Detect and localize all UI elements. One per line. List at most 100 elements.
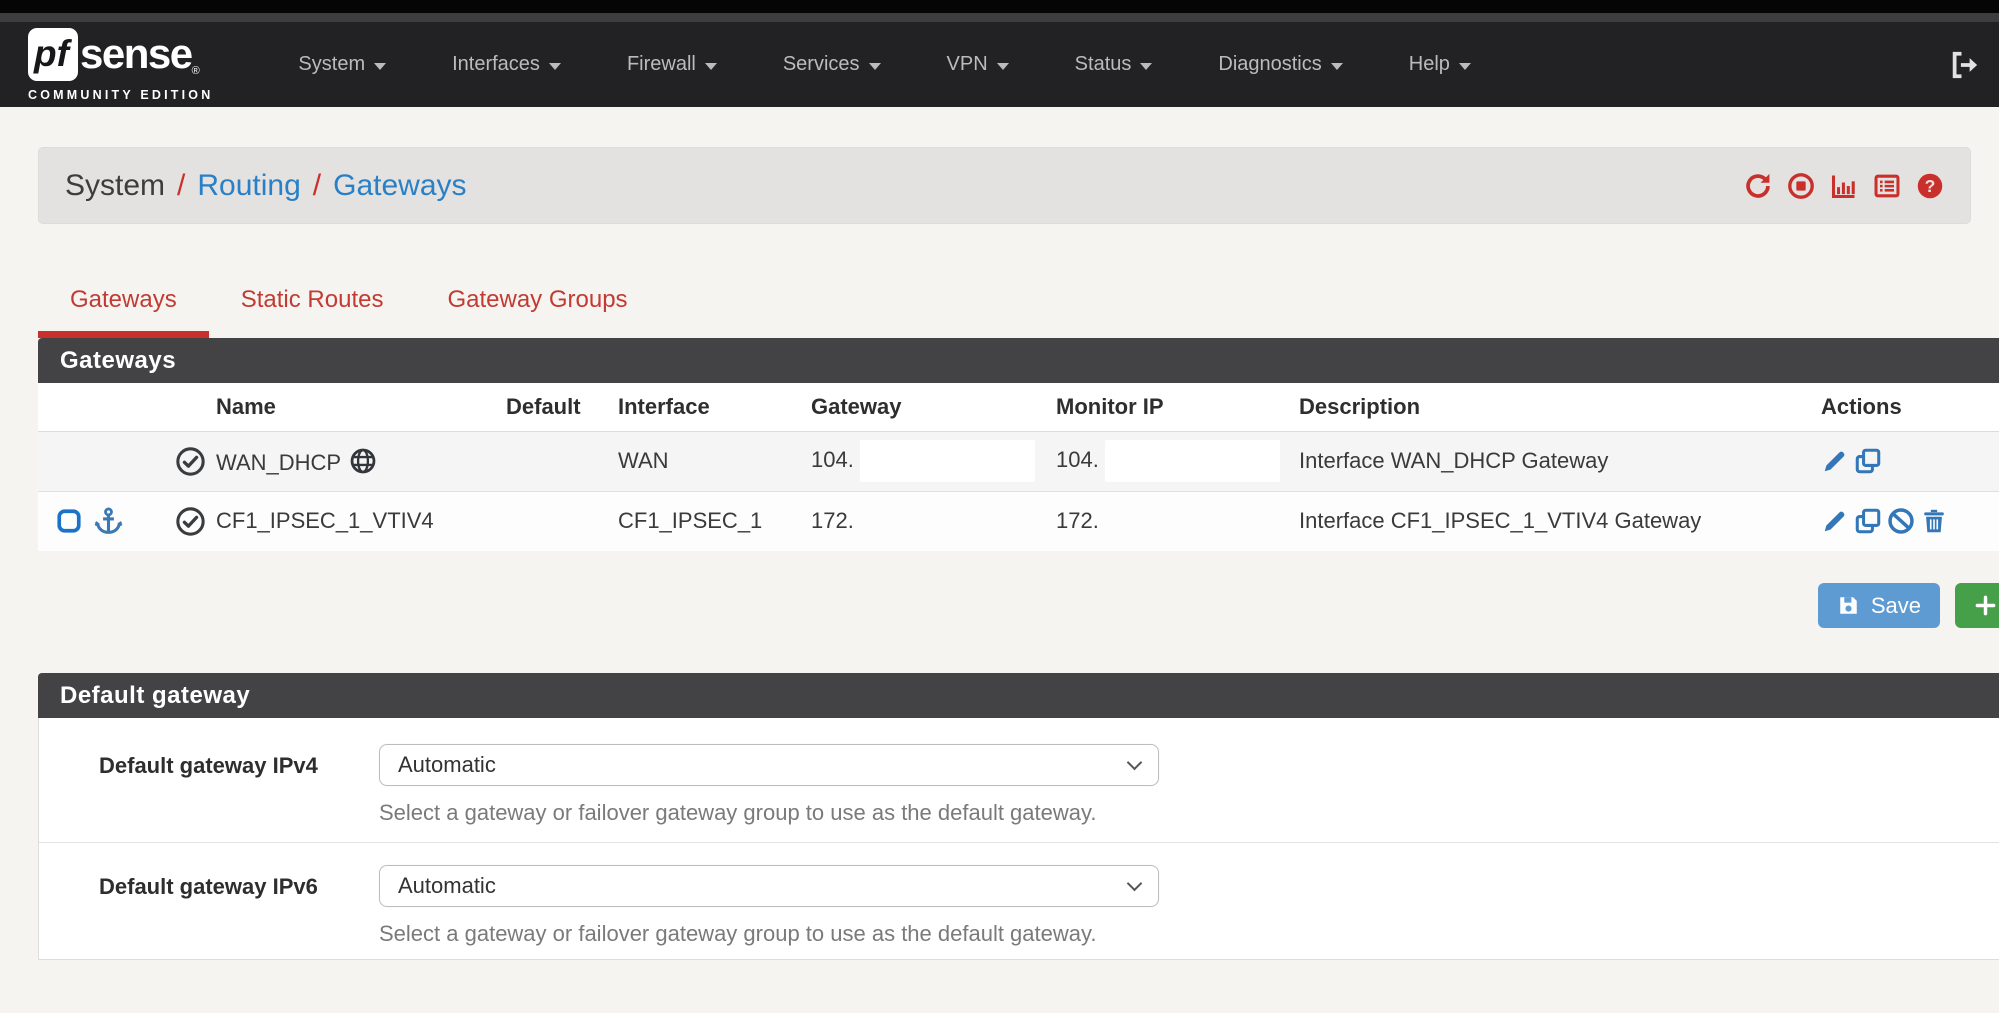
gateway-address: 172.: [811, 508, 854, 533]
anchor-icon[interactable]: [93, 506, 124, 537]
form-row-ipv6: Default gateway IPv6 Automatic Select a …: [39, 842, 1999, 959]
bar-chart-icon[interactable]: [1830, 172, 1858, 200]
nav-item-diagnostics[interactable]: Diagnostics: [1185, 53, 1375, 76]
col-default: Default: [500, 383, 612, 431]
ipv6-help-text: Select a gateway or failover gateway gro…: [379, 921, 1159, 947]
page-action-icons: ?: [1744, 172, 1944, 200]
form-row-ipv4: Default gateway IPv4 Automatic Select a …: [39, 718, 1999, 842]
gateway-description: Interface CF1_IPSEC_1_VTIV4 Gateway: [1299, 508, 1701, 533]
default-gateway-ipv6-select[interactable]: Automatic: [379, 865, 1159, 907]
breadcrumb-link-routing[interactable]: Routing: [197, 169, 300, 203]
logo-sense-text: sense: [80, 33, 192, 75]
default-gateway-ipv4-label: Default gateway IPv4: [39, 744, 333, 826]
col-actions: Actions: [1815, 383, 1999, 431]
breadcrumb-root: System: [65, 169, 165, 203]
caret-down-icon: [1140, 63, 1152, 70]
caret-down-icon: [705, 63, 717, 70]
delete-icon[interactable]: [1920, 507, 1948, 535]
gateways-panel: Gateways Name Default Interface Gateway …: [38, 338, 1999, 551]
caret-down-icon: [869, 63, 881, 70]
gateway-name: CF1_IPSEC_1_VTIV4: [216, 508, 434, 533]
ipv4-help-text: Select a gateway or failover gateway gro…: [379, 800, 1159, 826]
col-monitor-ip: Monitor IP: [1050, 383, 1293, 431]
pf-logo-box: pf: [28, 28, 78, 81]
pfsense-logo[interactable]: pf sense ® COMMUNITY EDITION: [28, 28, 213, 102]
caret-down-icon: [549, 63, 561, 70]
selected-value: Automatic: [398, 752, 496, 778]
tab-bar: Gateways Static Routes Gateway Groups: [38, 286, 1999, 338]
select-checkbox-icon[interactable]: [56, 508, 82, 534]
save-floppy-icon: [1837, 594, 1860, 617]
breadcrumb-separator: /: [313, 169, 321, 203]
breadcrumb-link-gateways[interactable]: Gateways: [333, 169, 466, 203]
sign-out-icon[interactable]: [1949, 50, 1979, 80]
redaction-box: [1105, 440, 1280, 482]
redaction-box: [860, 440, 1035, 482]
gateways-table: Name Default Interface Gateway Monitor I…: [38, 383, 1999, 551]
gateway-address: 104.: [811, 447, 854, 472]
gateways-panel-title: Gateways: [38, 338, 1999, 383]
table-buttons: Save Add: [38, 583, 1999, 628]
col-interface: Interface: [612, 383, 805, 431]
default-gateway-panel: Default gateway Default gateway IPv4 Aut…: [38, 673, 1999, 960]
monitor-ip: 104.: [1056, 447, 1099, 472]
svg-text:?: ?: [1925, 176, 1936, 196]
caret-down-icon: [1459, 63, 1471, 70]
edit-icon[interactable]: [1821, 447, 1849, 475]
chevron-down-icon: [1127, 875, 1143, 891]
plus-icon: [1974, 594, 1997, 617]
breadcrumb: System / Routing / Gateways ?: [38, 147, 1971, 224]
col-gateway: Gateway: [805, 383, 1050, 431]
nav-item-firewall[interactable]: Firewall: [594, 53, 750, 76]
monitor-ip: 172.: [1056, 508, 1099, 533]
copy-icon[interactable]: [1854, 507, 1882, 535]
tab-gateways[interactable]: Gateways: [38, 286, 209, 338]
registered-mark: ®: [192, 65, 200, 77]
save-button[interactable]: Save: [1818, 583, 1940, 628]
col-description: Description: [1293, 383, 1815, 431]
stop-circle-icon[interactable]: [1787, 172, 1815, 200]
logo-subtitle: COMMUNITY EDITION: [28, 88, 213, 102]
refresh-icon[interactable]: [1744, 172, 1772, 200]
col-select: [38, 383, 165, 431]
table-header-row: Name Default Interface Gateway Monitor I…: [38, 383, 1999, 431]
tab-gateway-groups[interactable]: Gateway Groups: [415, 286, 659, 338]
nav-item-services[interactable]: Services: [750, 53, 914, 76]
gateway-description: Interface WAN_DHCP Gateway: [1299, 448, 1608, 473]
disable-icon[interactable]: [1887, 507, 1915, 535]
breadcrumb-separator: /: [177, 169, 185, 203]
gateway-interface: WAN: [618, 448, 669, 473]
default-gateway-ipv4-select[interactable]: Automatic: [379, 744, 1159, 786]
help-icon[interactable]: ?: [1916, 172, 1944, 200]
nav-item-vpn[interactable]: VPN: [914, 53, 1042, 76]
gateway-name: WAN_DHCP: [216, 450, 341, 475]
col-name: Name: [210, 383, 500, 431]
default-gateway-ipv6-label: Default gateway IPv6: [39, 865, 333, 947]
caret-down-icon: [997, 63, 1009, 70]
copy-icon[interactable]: [1854, 447, 1882, 475]
default-gateway-globe-icon: [349, 447, 377, 475]
nav-item-interfaces[interactable]: Interfaces: [419, 53, 594, 76]
caret-down-icon: [1331, 63, 1343, 70]
nav-item-status[interactable]: Status: [1042, 53, 1186, 76]
top-black-strip: [0, 0, 1999, 13]
nav-menu: System Interfaces Firewall Services VPN …: [265, 53, 1503, 76]
default-gateway-panel-title: Default gateway: [38, 673, 1999, 718]
tab-static-routes[interactable]: Static Routes: [209, 286, 416, 338]
list-icon[interactable]: [1873, 172, 1901, 200]
selected-value: Automatic: [398, 873, 496, 899]
status-online-icon: [175, 506, 206, 537]
table-row-wan-dhcp: WAN_DHCP WAN 104. 104. Interface WAN_DHC…: [38, 431, 1999, 491]
edit-icon[interactable]: [1821, 507, 1849, 535]
add-button[interactable]: Add: [1955, 583, 1999, 628]
gateway-interface: CF1_IPSEC_1: [618, 508, 762, 533]
nav-item-system[interactable]: System: [265, 53, 419, 76]
table-row-cf1-ipsec: CF1_IPSEC_1_VTIV4 CF1_IPSEC_1 172. 172. …: [38, 491, 1999, 551]
navbar: pf sense ® COMMUNITY EDITION System Inte…: [0, 22, 1999, 107]
nav-item-help[interactable]: Help: [1376, 53, 1504, 76]
chevron-down-icon: [1127, 754, 1143, 770]
col-status: [165, 383, 210, 431]
caret-down-icon: [374, 63, 386, 70]
top-gray-strip: [0, 13, 1999, 22]
status-online-icon: [175, 446, 206, 477]
